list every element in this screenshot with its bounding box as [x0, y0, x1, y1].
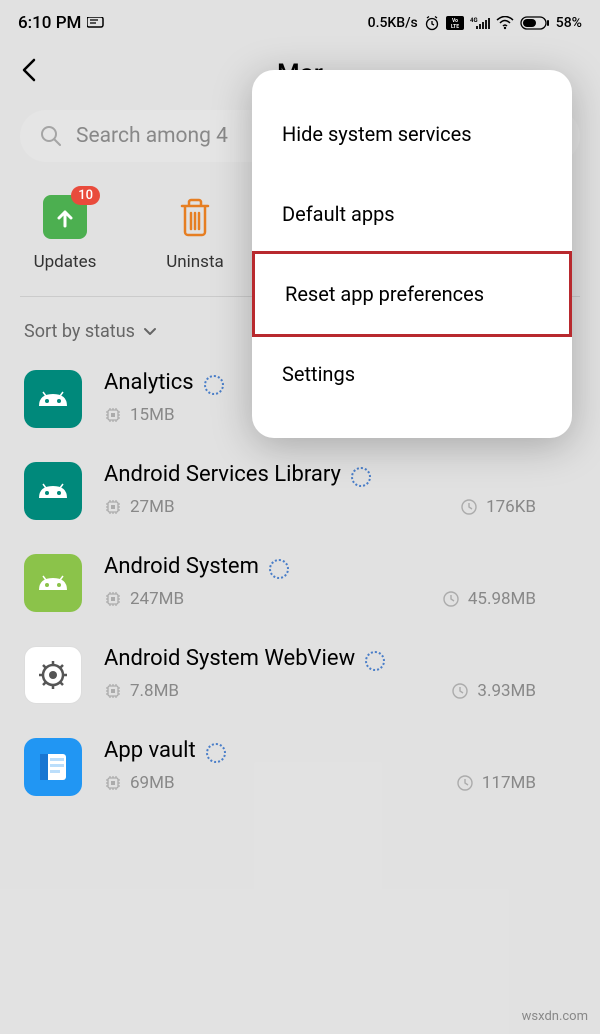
clock-icon [460, 498, 478, 516]
app-icon [24, 646, 82, 704]
app-name: Android System [104, 554, 259, 579]
loading-icon [206, 743, 222, 759]
loading-icon [365, 651, 381, 667]
status-time: 6:10 PM [18, 13, 81, 33]
volte-icon: VoLTE [446, 16, 464, 30]
storage-stat: 27MB [104, 497, 175, 517]
uninstall-label: Uninsta [166, 252, 224, 272]
network-speed: 0.5KB/s [368, 15, 418, 31]
app-icon [24, 462, 82, 520]
storage-stat: 15MB [104, 405, 175, 425]
status-bar: 6:10 PM 0.5KB/s VoLTE 4G 58% [0, 0, 600, 42]
trash-icon [170, 192, 220, 242]
storage-value: 27MB [130, 497, 175, 517]
app-info: Android System 247MB 45.98MB [104, 554, 576, 609]
storage-stat: 69MB [104, 773, 175, 793]
battery-icon [520, 16, 550, 30]
status-left: 6:10 PM [18, 13, 105, 33]
data-value: 45.98MB [468, 589, 536, 609]
uninstall-action[interactable]: Uninsta [150, 192, 240, 272]
storage-value: 247MB [130, 589, 184, 609]
updates-action[interactable]: 10 Updates [20, 192, 110, 272]
alarm-icon [424, 15, 440, 31]
data-value: 176KB [486, 497, 536, 517]
storage-value: 69MB [130, 773, 175, 793]
updates-label: Updates [34, 252, 97, 272]
app-info: Android System WebView 7.8MB 3.93MB [104, 646, 576, 701]
storage-value: 15MB [130, 405, 175, 425]
message-icon [87, 17, 105, 29]
chevron-down-icon [143, 327, 157, 337]
storage-stat: 7.8MB [104, 681, 179, 701]
app-name: App vault [104, 738, 196, 763]
data-stat: 117MB [456, 773, 536, 793]
app-info: Android Services Library 27MB 176KB [104, 462, 576, 517]
data-value: 117MB [482, 773, 536, 793]
sort-label: Sort by status [24, 321, 135, 342]
chip-icon [104, 406, 122, 424]
menu-default-apps[interactable]: Default apps [252, 174, 572, 254]
chip-icon [104, 590, 122, 608]
search-icon [40, 125, 62, 147]
status-right: 0.5KB/s VoLTE 4G 58% [368, 15, 582, 31]
clock-icon [451, 682, 469, 700]
chip-icon [104, 498, 122, 516]
app-item[interactable]: Android Services Library 27MB 176KB [0, 446, 600, 538]
search-placeholder: Search among 4 [76, 124, 228, 148]
chip-icon [104, 774, 122, 792]
overflow-menu: Hide system services Default apps Reset … [252, 70, 572, 438]
app-item[interactable]: Android System WebView 7.8MB 3.93MB [0, 630, 600, 722]
storage-value: 7.8MB [130, 681, 179, 701]
data-stat: 45.98MB [442, 589, 536, 609]
app-name: Android Services Library [104, 462, 341, 487]
clock-icon [456, 774, 474, 792]
app-icon [24, 554, 82, 612]
menu-reset-preferences[interactable]: Reset app preferences [252, 251, 572, 337]
menu-settings[interactable]: Settings [252, 334, 572, 414]
data-value: 3.93MB [477, 681, 536, 701]
updates-badge: 10 [71, 186, 100, 205]
app-item[interactable]: Android System 247MB 45.98MB [0, 538, 600, 630]
signal-icon: 4G [470, 16, 490, 30]
app-icon [24, 370, 82, 428]
app-item[interactable]: App vault 69MB 117MB [0, 722, 600, 814]
wifi-icon [496, 16, 514, 30]
app-icon [24, 738, 82, 796]
storage-stat: 247MB [104, 589, 184, 609]
svg-text:LTE: LTE [451, 24, 459, 30]
loading-icon [269, 559, 285, 575]
app-name: Android System WebView [104, 646, 355, 671]
clock-icon [442, 590, 460, 608]
battery-percent: 58% [556, 15, 582, 31]
watermark: wsxdn.com [522, 1009, 588, 1024]
app-info: App vault 69MB 117MB [104, 738, 576, 793]
svg-text:4G: 4G [470, 17, 478, 24]
data-stat: 176KB [460, 497, 536, 517]
app-name: Analytics [104, 370, 194, 395]
loading-icon [351, 467, 367, 483]
loading-icon [204, 375, 220, 391]
chip-icon [104, 682, 122, 700]
menu-hide-system[interactable]: Hide system services [252, 94, 572, 174]
data-stat: 3.93MB [451, 681, 536, 701]
